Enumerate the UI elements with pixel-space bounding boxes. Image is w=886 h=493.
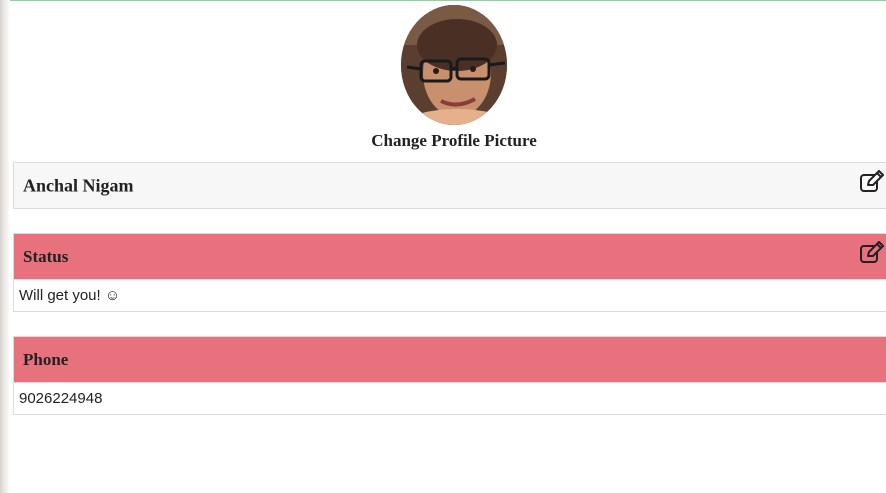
top-accent-line xyxy=(0,0,886,1)
change-profile-picture-link[interactable]: Change Profile Picture xyxy=(0,131,886,151)
profile-name: Anchal Nigam xyxy=(23,175,134,195)
avatar-photo xyxy=(401,5,507,125)
phone-title: Phone xyxy=(23,349,69,369)
edit-icon[interactable] xyxy=(859,241,885,265)
status-title: Status xyxy=(23,246,69,266)
status-text: Will get you! ☺ xyxy=(14,279,886,311)
phone-number: 9026224948 xyxy=(14,382,886,414)
status-card: Status Will get you! ☺ xyxy=(13,233,886,312)
phone-card: Phone 9026224948 xyxy=(13,336,886,415)
profile-avatar[interactable] xyxy=(401,5,507,125)
status-header: Status xyxy=(14,234,886,279)
left-panel-shadow xyxy=(0,0,10,493)
name-header: Anchal Nigam xyxy=(14,163,886,208)
edit-icon[interactable] xyxy=(859,170,885,194)
phone-header: Phone xyxy=(14,337,886,382)
name-card: Anchal Nigam xyxy=(13,162,886,209)
